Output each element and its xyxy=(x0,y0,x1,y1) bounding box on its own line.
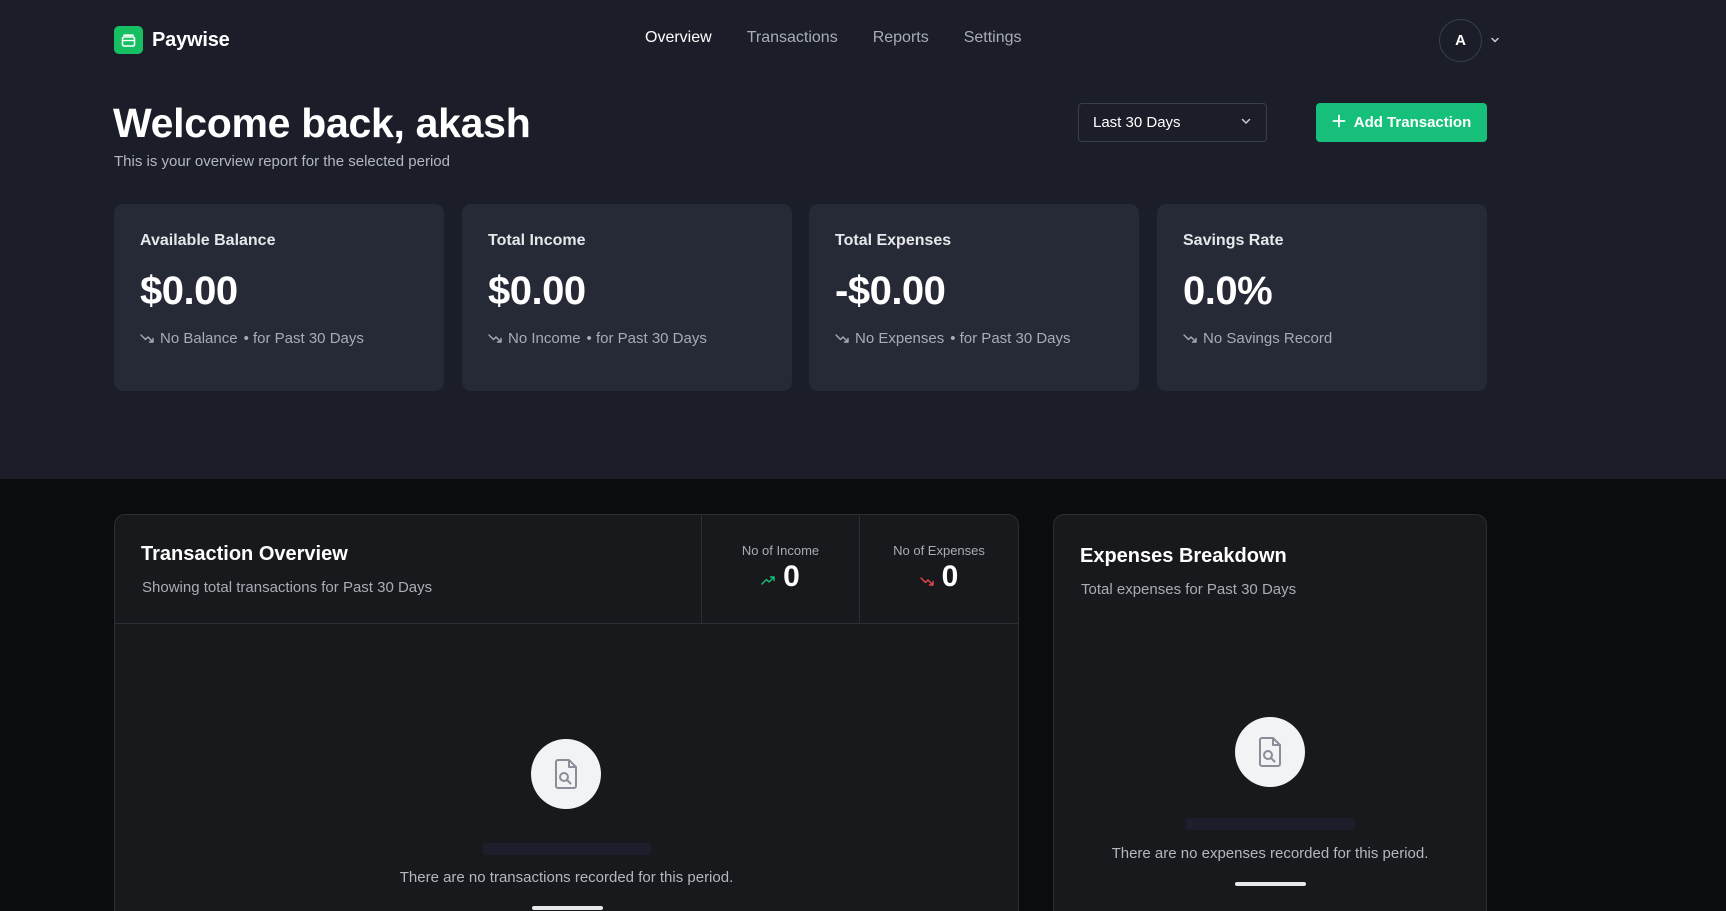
expense-count-label: No of Expenses xyxy=(893,543,985,558)
nav-overview[interactable]: Overview xyxy=(645,29,712,47)
expenses-breakdown-panel: Expenses Breakdown Total expenses for Pa… xyxy=(1053,514,1487,911)
transaction-overview-header: Transaction Overview Showing total trans… xyxy=(115,515,1018,624)
file-search-icon xyxy=(531,739,601,809)
empty-state-bar xyxy=(1235,882,1306,886)
stat-value: $0.00 xyxy=(488,269,586,313)
trend-up-icon xyxy=(761,560,775,594)
stat-value: $0.00 xyxy=(140,269,238,313)
stat-foot: No Expenses • for Past 30 Days xyxy=(835,330,1113,347)
trend-down-icon xyxy=(835,330,849,347)
chevron-down-icon xyxy=(1240,114,1252,131)
stat-card-savings: Savings Rate 0.0% No Savings Record xyxy=(1157,204,1487,391)
nav-transactions[interactable]: Transactions xyxy=(747,29,838,47)
stat-foot: No Balance • for Past 30 Days xyxy=(140,330,418,347)
stat-value: -$0.00 xyxy=(835,269,946,313)
stat-title: Savings Rate xyxy=(1183,232,1284,249)
empty-state-heading-placeholder xyxy=(1186,818,1354,830)
income-count-label: No of Income xyxy=(741,543,820,558)
brand-logo[interactable]: Paywise xyxy=(114,26,230,54)
stat-title: Total Expenses xyxy=(835,232,952,249)
brand-name: Paywise xyxy=(152,28,230,51)
trend-down-icon xyxy=(140,330,154,347)
stat-note: No Income xyxy=(508,330,581,347)
stat-note: No Savings Record xyxy=(1203,330,1333,347)
expense-count: 0 xyxy=(919,560,959,594)
transaction-overview-panel: Transaction Overview Showing total trans… xyxy=(114,514,1019,911)
stat-title: Total Income xyxy=(488,232,586,249)
main-nav: Overview Transactions Reports Settings xyxy=(645,29,1022,47)
expense-count-cell: No of Expenses 0 xyxy=(859,515,1018,624)
stat-foot: No Income • for Past 30 Days xyxy=(488,330,766,347)
transactions-empty-text: There are no transactions recorded for t… xyxy=(399,869,734,886)
chevron-down-icon xyxy=(1490,32,1500,50)
trend-down-icon xyxy=(488,330,502,347)
period-select-value: Last 30 Days xyxy=(1093,114,1181,131)
income-count-cell: No of Income 0 xyxy=(701,515,859,624)
empty-state-bar xyxy=(532,906,603,910)
stat-card-income: Total Income $0.00 No Income • for Past … xyxy=(462,204,792,391)
page-title: Welcome back, akash xyxy=(113,100,531,146)
user-menu[interactable]: A xyxy=(1439,19,1500,62)
income-count: 0 xyxy=(761,560,800,594)
stat-period: • for Past 30 Days xyxy=(950,330,1071,347)
wallet-icon xyxy=(114,26,143,54)
transaction-overview-subtitle: Showing total transactions for Past 30 D… xyxy=(142,579,433,596)
stat-period: • for Past 30 Days xyxy=(243,330,364,347)
stat-title: Available Balance xyxy=(140,232,276,249)
trend-down-icon xyxy=(1183,330,1197,347)
expenses-breakdown-title: Expenses Breakdown xyxy=(1080,545,1287,567)
stat-note: No Expenses xyxy=(855,330,945,347)
period-select[interactable]: Last 30 Days xyxy=(1078,103,1267,142)
stat-card-expenses: Total Expenses -$0.00 No Expenses • for … xyxy=(809,204,1139,391)
expenses-empty-text: There are no expenses recorded for this … xyxy=(1111,845,1429,862)
add-transaction-label: Add Transaction xyxy=(1353,114,1472,131)
nav-reports[interactable]: Reports xyxy=(873,29,929,47)
stat-foot: No Savings Record xyxy=(1183,330,1461,347)
stat-value: 0.0% xyxy=(1183,269,1273,313)
stat-card-balance: Available Balance $0.00 No Balance • for… xyxy=(114,204,444,391)
page-subtitle: This is your overview report for the sel… xyxy=(114,153,450,170)
transaction-overview-title: Transaction Overview xyxy=(141,543,348,565)
expenses-breakdown-subtitle: Total expenses for Past 30 Days xyxy=(1081,581,1297,598)
nav-settings[interactable]: Settings xyxy=(964,29,1022,47)
trend-down-icon xyxy=(919,560,934,594)
income-count-value: 0 xyxy=(783,560,800,593)
file-search-icon xyxy=(1235,717,1305,787)
stat-period: • for Past 30 Days xyxy=(586,330,707,347)
avatar[interactable]: A xyxy=(1439,19,1482,62)
expense-count-value: 0 xyxy=(941,560,959,593)
plus-icon xyxy=(1332,114,1346,132)
stat-note: No Balance xyxy=(160,330,238,347)
empty-state-heading-placeholder xyxy=(483,843,651,855)
add-transaction-button[interactable]: Add Transaction xyxy=(1316,103,1487,142)
